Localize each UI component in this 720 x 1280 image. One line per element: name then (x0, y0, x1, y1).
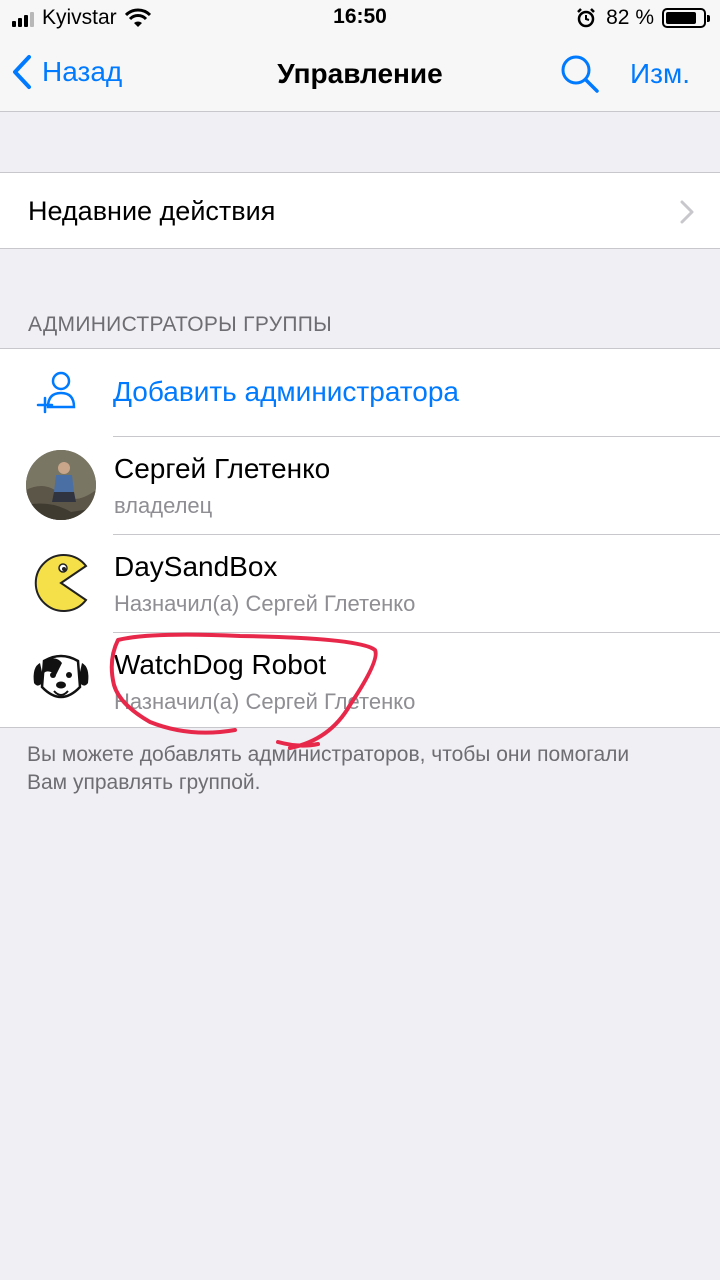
battery-percent: 82 % (606, 6, 654, 29)
chevron-right-icon (680, 200, 694, 224)
pacman-avatar (26, 548, 96, 618)
status-bar: Kyivstar 16:50 82 % (0, 0, 720, 36)
admins-footer-note: Вы можете добавлять администраторов, что… (27, 743, 630, 794)
edit-button[interactable]: Изм. (630, 58, 690, 90)
admins-section-header: АДМИНИСТРАТОРЫ ГРУППЫ (28, 313, 333, 336)
alarm-icon (577, 8, 596, 28)
recent-actions-label: Недавние действия (28, 196, 276, 226)
admin-name: WatchDog Robot (114, 649, 327, 680)
admin-role: владелец (114, 493, 213, 518)
battery-level (666, 12, 696, 24)
admin-name: DaySandBox (114, 551, 278, 582)
add-user-icon (36, 371, 76, 414)
back-button[interactable]: Назад (12, 54, 122, 90)
chevron-left-icon (13, 55, 31, 89)
add-admin-button[interactable]: Добавить администратора (0, 349, 720, 436)
admins-list: Добавить администратора Сергей Глетенко … (0, 348, 720, 728)
status-right: 82 % (576, 6, 710, 30)
recent-actions-row[interactable]: Недавние действия (0, 172, 720, 249)
list-item[interactable]: Сергей Глетенко владелец (0, 437, 720, 534)
admin-role: Назначил(а) Сергей Глетенко (114, 591, 416, 616)
battery-icon (662, 8, 710, 28)
search-icon (561, 55, 599, 93)
dog-avatar (26, 643, 96, 713)
navigation-bar: Назад Управление Изм. (0, 36, 720, 112)
search-button[interactable] (560, 54, 600, 99)
admin-role: Назначил(а) Сергей Глетенко (114, 689, 416, 714)
photo-avatar (26, 450, 96, 520)
list-item[interactable]: DaySandBox Назначил(а) Сергей Глетенко (0, 535, 720, 632)
admin-name: Сергей Глетенко (114, 453, 331, 484)
back-label: Назад (42, 56, 123, 87)
add-admin-label: Добавить администратора (113, 376, 460, 407)
list-item[interactable]: WatchDog Robot Назначил(а) Сергей Глетен… (0, 633, 720, 730)
